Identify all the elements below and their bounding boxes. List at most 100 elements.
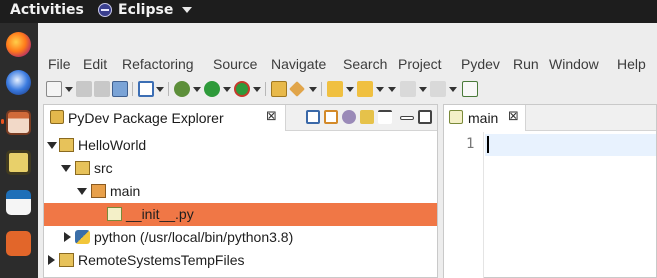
- package-explorer-title: PyDev Package Explorer: [68, 110, 224, 126]
- open-task-icon[interactable]: [289, 81, 305, 97]
- python-interpreter-icon: [75, 230, 90, 244]
- menu-source[interactable]: Source: [213, 56, 257, 72]
- save-icon[interactable]: [76, 81, 92, 97]
- close-icon[interactable]: ⊠: [508, 109, 519, 124]
- collapse-all-icon[interactable]: [306, 110, 320, 124]
- gnome-top-bar: Activities Eclipse: [0, 0, 657, 23]
- expand-arrow-icon[interactable]: [77, 188, 87, 195]
- external-tools-icon[interactable]: [234, 81, 250, 97]
- toolbar-separator: [132, 82, 133, 96]
- tree-item-label: python (/usr/local/bin/python3.8): [94, 229, 294, 245]
- next-annotation-icon[interactable]: [327, 81, 343, 97]
- filter-icon[interactable]: [342, 110, 356, 124]
- back-dropdown-icon[interactable]: [419, 87, 427, 92]
- tree-item[interactable]: main: [44, 180, 437, 203]
- run-icon[interactable]: [204, 81, 220, 97]
- files-icon[interactable]: [6, 110, 31, 135]
- expand-arrow-icon[interactable]: [48, 255, 55, 265]
- link-with-editor-icon[interactable]: [324, 110, 338, 124]
- save-all-icon[interactable]: [94, 81, 110, 97]
- debug-dropdown-icon[interactable]: [193, 87, 201, 92]
- menu-project[interactable]: Project: [398, 56, 442, 72]
- menu-edit[interactable]: Edit: [83, 56, 107, 72]
- toolbar-separator: [168, 82, 169, 96]
- minimize-icon[interactable]: [400, 116, 414, 120]
- maximize-icon[interactable]: [418, 110, 432, 124]
- package-explorer-tab[interactable]: PyDev Package Explorer ⊠: [44, 105, 286, 131]
- main-toolbar: [38, 78, 657, 100]
- task-dropdown-icon[interactable]: [309, 87, 317, 92]
- menu-navigate[interactable]: Navigate: [271, 56, 326, 72]
- rhythmbox-icon[interactable]: [6, 150, 31, 175]
- new-dropdown-icon[interactable]: [65, 87, 73, 92]
- app-menu-label: Eclipse: [118, 2, 174, 18]
- software-icon[interactable]: [6, 231, 31, 256]
- editor-tab-main[interactable]: main ⊠: [444, 105, 526, 131]
- prev-annotation-icon[interactable]: [357, 81, 373, 97]
- app-menu[interactable]: Eclipse: [98, 2, 193, 18]
- tree-item-label: __init__.py: [126, 206, 194, 222]
- desktop: Activities Eclipse File Edit Refactoring…: [0, 0, 657, 278]
- menu-run[interactable]: Run: [513, 56, 539, 72]
- expand-arrow-icon[interactable]: [61, 165, 71, 172]
- open-folder-icon[interactable]: [271, 81, 287, 97]
- chevron-down-icon: [182, 7, 193, 13]
- build-icon[interactable]: [112, 81, 128, 97]
- debug-icon[interactable]: [174, 81, 190, 97]
- prev-annotation-dropdown-icon[interactable]: [376, 87, 384, 92]
- package-icon: [91, 184, 106, 198]
- console-dropdown-icon[interactable]: [156, 87, 164, 92]
- menu-window[interactable]: Window: [549, 56, 599, 72]
- tree-item-label: main: [110, 183, 141, 199]
- line-number: 1: [466, 136, 475, 152]
- tree-item-label: src: [94, 160, 113, 176]
- tree-item-label: RemoteSystemsTempFiles: [78, 252, 245, 268]
- menu-help[interactable]: Help: [617, 56, 646, 72]
- eclipse-icon: [98, 3, 112, 17]
- pin-editor-icon[interactable]: [462, 81, 478, 97]
- python-file-icon: [107, 207, 122, 221]
- external-tools-dropdown-icon[interactable]: [253, 87, 261, 92]
- menu-file[interactable]: File: [48, 56, 71, 72]
- package-explorer-tabbar: PyDev Package Explorer ⊠: [44, 105, 437, 131]
- python-file-icon: [449, 110, 463, 124]
- back-icon[interactable]: [400, 81, 416, 97]
- thunderbird-icon[interactable]: [6, 70, 31, 95]
- new-icon[interactable]: [46, 81, 62, 97]
- tree-item[interactable]: src: [44, 157, 437, 180]
- package-explorer-panel: PyDev Package Explorer ⊠ HelloWorld src …: [43, 104, 438, 278]
- focus-icon[interactable]: [360, 110, 374, 124]
- view-menu-icon[interactable]: [378, 110, 392, 124]
- menu-pydev[interactable]: Pydev: [461, 56, 500, 72]
- forward-icon[interactable]: [430, 81, 446, 97]
- tree-item[interactable]: RemoteSystemsTempFiles: [44, 249, 437, 272]
- menu-search[interactable]: Search: [343, 56, 387, 72]
- activities-button[interactable]: Activities: [10, 2, 84, 18]
- firefox-icon[interactable]: [6, 32, 31, 57]
- project-folder-icon: [59, 253, 74, 267]
- tree-item[interactable]: HelloWorld: [44, 134, 437, 157]
- close-icon[interactable]: ⊠: [266, 109, 277, 124]
- project-folder-icon: [59, 138, 74, 152]
- expand-arrow-icon[interactable]: [64, 232, 71, 242]
- tree-item-selected[interactable]: __init__.py: [44, 203, 437, 226]
- package-explorer-icon: [50, 110, 64, 124]
- editor-tabbar: main ⊠: [444, 105, 656, 131]
- run-dropdown-icon[interactable]: [223, 87, 231, 92]
- expand-arrow-icon[interactable]: [47, 142, 57, 149]
- menu-refactoring[interactable]: Refactoring: [122, 56, 194, 72]
- eclipse-window: File Edit Refactoring Source Navigate Se…: [38, 23, 657, 278]
- writer-icon[interactable]: [6, 190, 31, 215]
- menu-bar: File Edit Refactoring Source Navigate Se…: [38, 54, 657, 74]
- tree-item[interactable]: python (/usr/local/bin/python3.8): [44, 226, 437, 249]
- editor-panel: main ⊠ 1: [443, 104, 657, 278]
- line-number-gutter: 1: [444, 132, 484, 278]
- current-line-highlight[interactable]: [485, 134, 656, 156]
- source-folder-icon: [75, 161, 90, 175]
- next-annotation-dropdown-icon[interactable]: [346, 87, 354, 92]
- dock: [0, 23, 38, 278]
- last-edit-dropdown-icon[interactable]: [388, 87, 396, 92]
- forward-dropdown-icon[interactable]: [449, 87, 457, 92]
- console-icon[interactable]: [138, 81, 154, 97]
- editor-tab-label: main: [468, 110, 499, 126]
